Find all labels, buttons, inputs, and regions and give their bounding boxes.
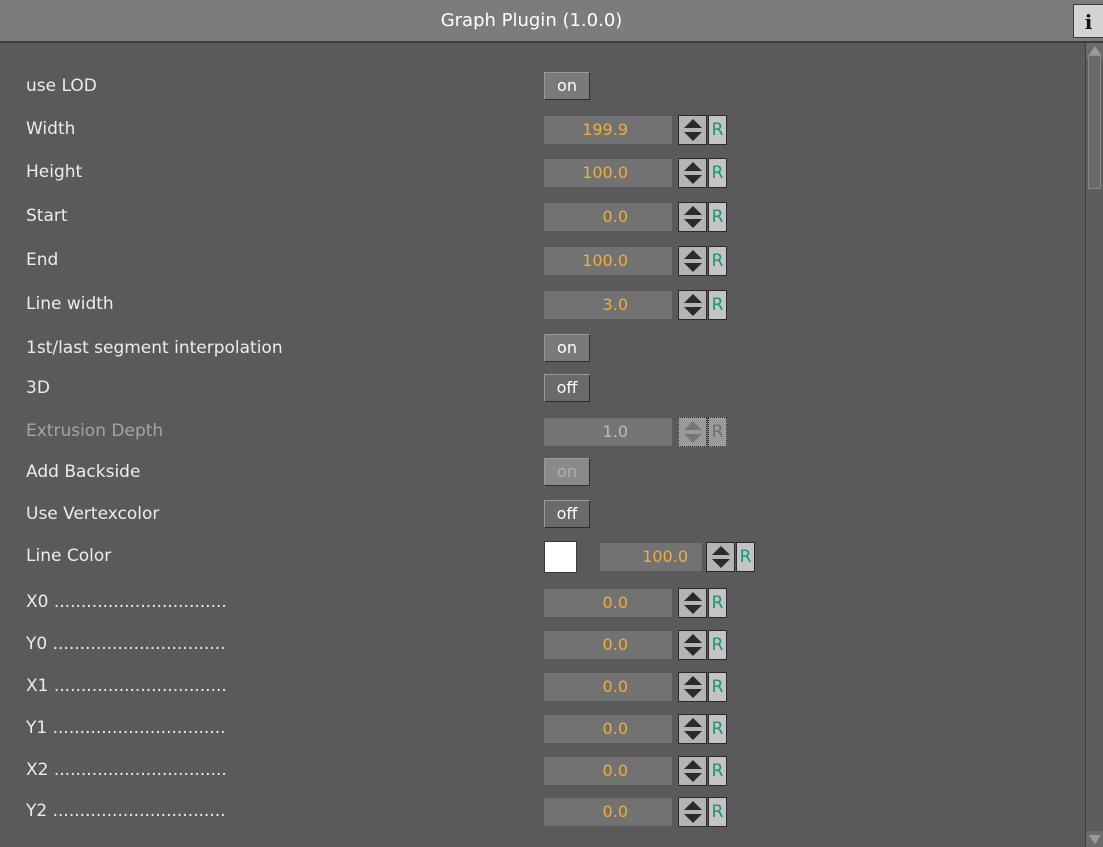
- end-spinner-icon[interactable]: [678, 246, 707, 276]
- y1-input[interactable]: 0.0: [544, 715, 672, 743]
- line-color-swatch[interactable]: [544, 541, 577, 573]
- extrusion-depth-label: Extrusion Depth: [26, 421, 164, 441]
- use-vertexcolor-row: Use Vertexcolor off: [0, 492, 1085, 536]
- y2-input[interactable]: 0.0: [544, 798, 672, 826]
- use-lod-label: use LOD: [26, 76, 97, 96]
- y0-spinner-icon[interactable]: [678, 630, 707, 660]
- y2-row: Y2 ................................ 0.0 …: [0, 789, 1085, 833]
- line-color-reset-button[interactable]: R: [736, 542, 755, 572]
- width-label: Width: [26, 119, 76, 139]
- height-row: Height 100.0 R: [0, 150, 1085, 194]
- x0-input[interactable]: 0.0: [544, 589, 672, 617]
- start-spinner-icon[interactable]: [678, 202, 707, 232]
- use-vertexcolor-toggle[interactable]: off: [544, 500, 590, 528]
- start-label: Start: [26, 206, 68, 226]
- extrusion-depth-row: Extrusion Depth 1.0 R: [0, 409, 1085, 453]
- y1-row: Y1 ................................ 0.0 …: [0, 706, 1085, 750]
- scroll-down-arrow-icon[interactable]: [1086, 831, 1103, 847]
- y1-reset-button[interactable]: R: [708, 714, 727, 744]
- x2-label: X2 ................................: [26, 760, 227, 780]
- y0-input[interactable]: 0.0: [544, 631, 672, 659]
- width-row: Width 199.9 R: [0, 107, 1085, 151]
- line-width-spinner-icon[interactable]: [678, 290, 707, 320]
- end-row: End 100.0 R: [0, 238, 1085, 282]
- extrusion-depth-input: 1.0: [544, 418, 672, 446]
- height-input[interactable]: 100.0: [544, 159, 672, 187]
- x0-row: X0 ................................ 0.0 …: [0, 580, 1085, 624]
- plugin-titlebar: Graph Plugin (1.0.0) i: [0, 0, 1103, 43]
- start-input[interactable]: 0.0: [544, 203, 672, 231]
- y0-reset-button[interactable]: R: [708, 630, 727, 660]
- x1-reset-button[interactable]: R: [708, 672, 727, 702]
- end-label: End: [26, 250, 59, 270]
- width-input[interactable]: 199.9: [544, 116, 672, 144]
- x1-input[interactable]: 0.0: [544, 673, 672, 701]
- use-vertexcolor-label: Use Vertexcolor: [26, 504, 160, 524]
- line-color-row: Line Color 100.0 R: [0, 534, 1085, 578]
- y1-spinner-icon[interactable]: [678, 714, 707, 744]
- segment-interpolation-row: 1st/last segment interpolation on: [0, 326, 1085, 370]
- x2-input[interactable]: 0.0: [544, 757, 672, 785]
- three-d-row: 3D off: [0, 366, 1085, 410]
- x1-label: X1 ................................: [26, 676, 227, 696]
- start-row: Start 0.0 R: [0, 194, 1085, 238]
- x0-spinner-icon[interactable]: [678, 588, 707, 618]
- width-reset-button[interactable]: R: [708, 115, 727, 145]
- segment-interpolation-label: 1st/last segment interpolation: [26, 338, 283, 358]
- x0-reset-button[interactable]: R: [708, 588, 727, 618]
- x2-row: X2 ................................ 0.0 …: [0, 748, 1085, 792]
- info-button[interactable]: i: [1073, 4, 1103, 38]
- use-lod-row: use LOD on: [0, 64, 1085, 108]
- x0-label: X0 ................................: [26, 592, 227, 612]
- line-width-input[interactable]: 3.0: [544, 291, 672, 319]
- line-color-alpha-input[interactable]: 100.0: [600, 543, 702, 571]
- line-color-spinner-icon[interactable]: [706, 542, 735, 572]
- height-reset-button[interactable]: R: [708, 158, 727, 188]
- y1-label: Y1 ................................: [26, 718, 226, 738]
- extrusion-depth-reset-button: R: [708, 417, 727, 447]
- plugin-title: Graph Plugin (1.0.0): [440, 10, 623, 31]
- end-reset-button[interactable]: R: [708, 246, 727, 276]
- end-input[interactable]: 100.0: [544, 247, 672, 275]
- line-width-reset-button[interactable]: R: [708, 290, 727, 320]
- line-width-label: Line width: [26, 294, 114, 314]
- start-reset-button[interactable]: R: [708, 202, 727, 232]
- y2-reset-button[interactable]: R: [708, 797, 727, 827]
- height-label: Height: [26, 162, 83, 182]
- segment-interpolation-toggle[interactable]: on: [544, 334, 590, 362]
- x2-spinner-icon[interactable]: [678, 756, 707, 786]
- scroll-thumb[interactable]: [1088, 55, 1101, 189]
- vertical-scrollbar[interactable]: [1085, 43, 1103, 847]
- add-backside-label: Add Backside: [26, 462, 141, 482]
- y0-label: Y0 ................................: [26, 634, 226, 654]
- height-spinner-icon[interactable]: [678, 158, 707, 188]
- add-backside-toggle: on: [544, 458, 590, 486]
- y2-label: Y2 ................................: [26, 801, 226, 821]
- y2-spinner-icon[interactable]: [678, 797, 707, 827]
- width-spinner-icon[interactable]: [678, 115, 707, 145]
- three-d-label: 3D: [26, 378, 50, 398]
- x1-spinner-icon[interactable]: [678, 672, 707, 702]
- use-lod-toggle[interactable]: on: [544, 72, 590, 100]
- extrusion-depth-spinner-icon: [678, 417, 707, 447]
- three-d-toggle[interactable]: off: [544, 374, 590, 402]
- x1-row: X1 ................................ 0.0 …: [0, 664, 1085, 708]
- line-color-label: Line Color: [26, 546, 112, 566]
- add-backside-row: Add Backside on: [0, 450, 1085, 494]
- x2-reset-button[interactable]: R: [708, 756, 727, 786]
- line-width-row: Line width 3.0 R: [0, 282, 1085, 326]
- y0-row: Y0 ................................ 0.0 …: [0, 622, 1085, 666]
